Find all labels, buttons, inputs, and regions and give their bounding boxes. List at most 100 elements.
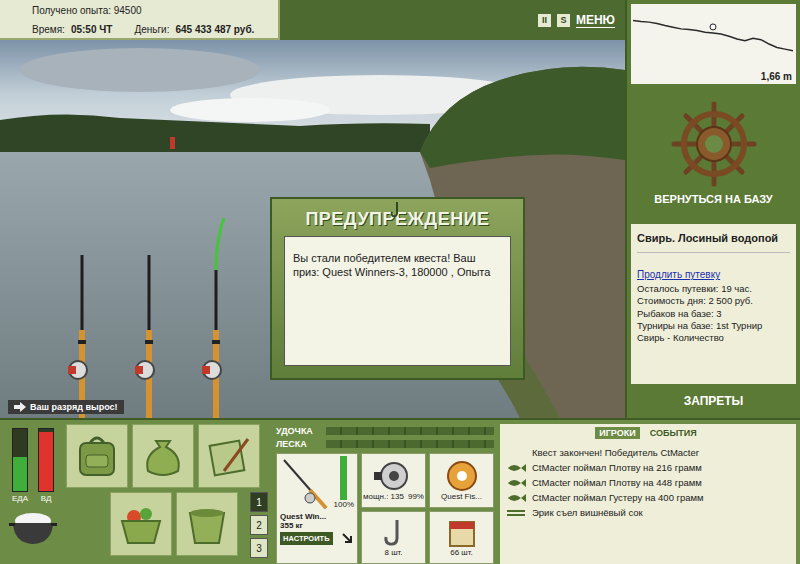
bottom-panel: ЕДАВД123УДОЧКАЛЕСКА100%Quest Win...355 к… — [0, 418, 800, 564]
location-panel: Свирь. Лосиный водопой Продлить путевку Ос… — [631, 224, 796, 384]
money-label: Деньги: — [134, 24, 169, 35]
hook-card[interactable]: 8 шт. — [361, 511, 426, 564]
inventory-row — [66, 424, 272, 488]
tension-label: ЛЕСКА — [276, 439, 322, 449]
tension-meter: УДОЧКА — [276, 424, 494, 437]
reel-condition: 99% — [408, 492, 424, 501]
fish-icon — [506, 493, 526, 503]
menu-button[interactable]: МЕНЮ — [576, 13, 615, 28]
experience-text: Получено опыта: 94500 — [32, 5, 278, 16]
entry-icon-slot — [506, 463, 526, 473]
need-fill — [13, 457, 27, 491]
setup-button[interactable]: НАСТРОИТЬ — [280, 532, 333, 545]
fish-icon — [506, 478, 526, 488]
rod-condition-track — [340, 456, 347, 500]
entry-text: Эрик съел вишнёвый сок — [532, 507, 643, 518]
page-button[interactable]: 3 — [250, 538, 268, 558]
backpack-icon — [72, 431, 122, 481]
inventory-slot[interactable] — [66, 424, 128, 488]
rod-condition-text: 100% — [334, 500, 354, 509]
need-track — [12, 428, 28, 492]
fishing-rod-icon[interactable] — [202, 218, 224, 418]
depth-chart: 1,66 m — [631, 4, 796, 84]
inventory-slot[interactable] — [132, 424, 194, 488]
location-detail: Рыбаков на базе: 3 — [637, 308, 790, 320]
fishing-rod-icon[interactable] — [135, 255, 154, 418]
reel-icon — [372, 460, 416, 492]
right-column: 1,66 mВЕРНУТЬСЯ НА БАЗУСвирь. Лосиный во… — [625, 0, 800, 418]
dialog-message: Вы стали победителем квеста! Ваш приз: Q… — [284, 236, 511, 366]
tackle-panel: УДОЧКАЛЕСКА100%Quest Win...355 кгНАСТРОИ… — [272, 420, 496, 564]
location-detail: Осталось путевки: 19 час. — [637, 283, 790, 295]
rod-weight: 355 кг — [280, 521, 354, 530]
pause-button[interactable]: II — [538, 14, 551, 27]
time-value: 05:50 ЧТ — [71, 24, 113, 35]
log-entry: Эрик съел вишнёвый сок — [506, 505, 790, 520]
inventory-slot[interactable] — [110, 492, 172, 556]
line-name: Quest Fis... — [441, 492, 482, 501]
rod-card[interactable]: 100%Quest Win...355 кгНАСТРОИТЬ — [276, 453, 358, 564]
depth-profile — [633, 6, 793, 72]
rank-badge: Ваш разряд вырос! — [8, 400, 124, 414]
line-card[interactable]: Quest Fis... — [429, 453, 494, 508]
location-detail: Стоимость дня: 2 500 руб. — [637, 295, 790, 307]
top-area: Получено опыта: 94500 Время: 05:50 ЧТ Деньг… — [0, 0, 800, 418]
top-bar: Получено опыта: 94500 Время: 05:50 ЧТ Деньг… — [0, 0, 625, 40]
log-entry: CtMacter поймал Плотву на 216 грамм — [506, 460, 790, 475]
fishing-rod-icon[interactable] — [68, 255, 87, 418]
bait-card[interactable]: 66 шт. — [429, 511, 494, 564]
need-label: ВД — [41, 494, 52, 503]
reel-card[interactable]: мощн.: 13599% — [361, 453, 426, 508]
inventory-pages: 1 2 3 — [250, 492, 268, 558]
tackle-grid: 100%Quest Win...355 кгНАСТРОИТЬмощн.: 13… — [276, 453, 494, 564]
fishing-scene: ПРЕДУПРЕЖДЕНИЕВы стали победителем квест… — [0, 40, 625, 418]
needs-bars: ЕДА ВД — [12, 428, 54, 503]
bans-button[interactable]: ЗАПРЕТЫ — [627, 384, 800, 418]
entry-text: CtMacter поймал Густеру на 400 грамм — [532, 492, 704, 503]
rod-icon — [280, 456, 330, 512]
tension-track — [326, 440, 494, 448]
entry-icon-slot — [506, 478, 526, 488]
log-entry: CtMacter поймал Плотву на 448 грамм — [506, 475, 790, 490]
notebook-icon — [204, 431, 254, 481]
rod-condition: 100% — [334, 456, 354, 512]
location-detail: Турниры на базе: 1st Турнир Свирь - Коли… — [637, 320, 790, 345]
need-track — [38, 428, 54, 492]
page-button[interactable]: 2 — [250, 515, 268, 535]
return-base-button[interactable]: ВЕРНУТЬСЯ НА БАЗУ — [627, 88, 800, 218]
log-tab[interactable]: ИГРОКИ — [595, 427, 639, 439]
page-button[interactable]: 1 — [250, 492, 268, 512]
money-value: 645 433 487 руб. — [175, 24, 254, 35]
depth-line — [633, 20, 793, 50]
tension-label: УДОЧКА — [276, 426, 322, 436]
hook-icon — [390, 201, 404, 219]
inventory-slot[interactable] — [176, 492, 238, 556]
sound-button[interactable]: S — [557, 14, 570, 27]
location-title: Свирь. Лосиный водопой — [637, 232, 790, 253]
entry-text: CtMacter поймал Плотву на 216 грамм — [532, 462, 702, 473]
bait-count: 66 шт. — [450, 548, 473, 557]
tension-track — [326, 427, 494, 435]
needs-panel: ЕДА ВД — [0, 420, 66, 564]
need-meter: ЕДА — [12, 428, 28, 503]
entry-text: Квест закончен! Победитель CtMacter — [532, 447, 699, 458]
hook-icon — [379, 518, 409, 548]
cooking-pot-icon[interactable] — [8, 507, 58, 547]
warning-dialog: ПРЕДУПРЕЖДЕНИЕВы стали победителем квест… — [270, 197, 525, 380]
hook-count: 8 шт. — [384, 548, 402, 557]
extend-permit-link[interactable]: Продлить путевку — [637, 269, 790, 280]
sack-icon — [138, 431, 188, 481]
need-fill — [39, 432, 53, 491]
main-column: Получено опыта: 94500 Время: 05:50 ЧТ Деньг… — [0, 0, 625, 418]
time-label: Время: — [32, 24, 65, 35]
lure-marker — [710, 24, 716, 30]
log-tab[interactable]: СОБЫТИЯ — [646, 427, 701, 439]
cutlery-icon — [506, 507, 526, 519]
inventory-slot[interactable] — [198, 424, 260, 488]
fish-icon — [506, 463, 526, 473]
arrow-icon — [14, 402, 26, 412]
resize-arrow-icon[interactable] — [342, 533, 354, 545]
entry-icon-slot — [506, 507, 526, 519]
top-controls: II S МЕНЮ — [538, 0, 615, 40]
tackle-items: мощн.: 13599% Quest Fis... 8 шт. 66 шт. — [361, 453, 494, 564]
